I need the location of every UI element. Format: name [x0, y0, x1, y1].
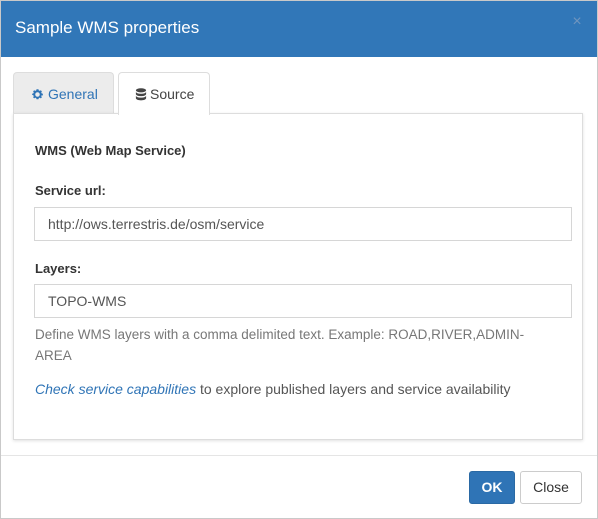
section-title: WMS (Web Map Service)	[35, 143, 186, 158]
wms-properties-dialog: Sample WMS properties × General Source W…	[0, 0, 598, 519]
check-capabilities-link[interactable]: Check service capabilities	[35, 381, 196, 397]
dialog-title: Sample WMS properties	[15, 18, 200, 37]
close-button[interactable]: Close	[520, 471, 582, 504]
capabilities-text: to explore published layers and service …	[196, 381, 511, 397]
gear-icon	[31, 86, 44, 106]
layers-help-text: Define WMS layers with a comma delimited…	[35, 327, 525, 363]
service-url-label: Service url:	[35, 183, 106, 198]
dialog-header: Sample WMS properties ×	[1, 1, 597, 57]
layers-input[interactable]: TOPO-WMS	[34, 284, 572, 318]
ok-button[interactable]: OK	[469, 471, 515, 504]
footer-divider	[1, 455, 597, 456]
capabilities-line: Check service capabilities to explore pu…	[35, 379, 510, 399]
tab-source[interactable]: Source	[118, 72, 210, 115]
layers-label: Layers:	[35, 261, 82, 276]
close-icon[interactable]: ×	[569, 14, 585, 30]
tab-source-label: Source	[150, 86, 195, 102]
database-icon	[135, 86, 147, 106]
source-panel: WMS (Web Map Service) Service url: http:…	[13, 113, 583, 440]
tab-general[interactable]: General	[13, 72, 114, 113]
tab-general-label: General	[48, 86, 98, 102]
service-url-input[interactable]: http://ows.terrestris.de/osm/service	[34, 207, 572, 241]
